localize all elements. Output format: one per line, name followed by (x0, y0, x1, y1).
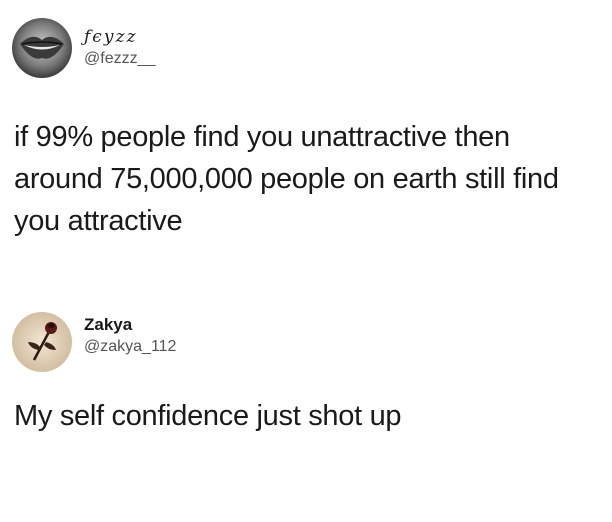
display-name[interactable]: Zakya (84, 314, 176, 336)
avatar[interactable] (12, 312, 72, 372)
lips-photo-avatar-icon (12, 18, 72, 78)
tweet-text: My self confidence just shot up (14, 400, 402, 432)
user-info: Zakya @zakya_112 (84, 314, 176, 358)
avatar[interactable] (12, 18, 72, 78)
user-handle[interactable]: @zakya_112 (84, 336, 176, 358)
rose-photo-avatar-icon (12, 312, 72, 372)
user-info: ƒєуzz @fezzz__ (84, 26, 155, 70)
user-handle[interactable]: @fezzz__ (84, 48, 155, 70)
tweet-text: if 99% people find you unattractive then… (14, 121, 559, 237)
display-name[interactable]: ƒєуzz (84, 26, 155, 48)
